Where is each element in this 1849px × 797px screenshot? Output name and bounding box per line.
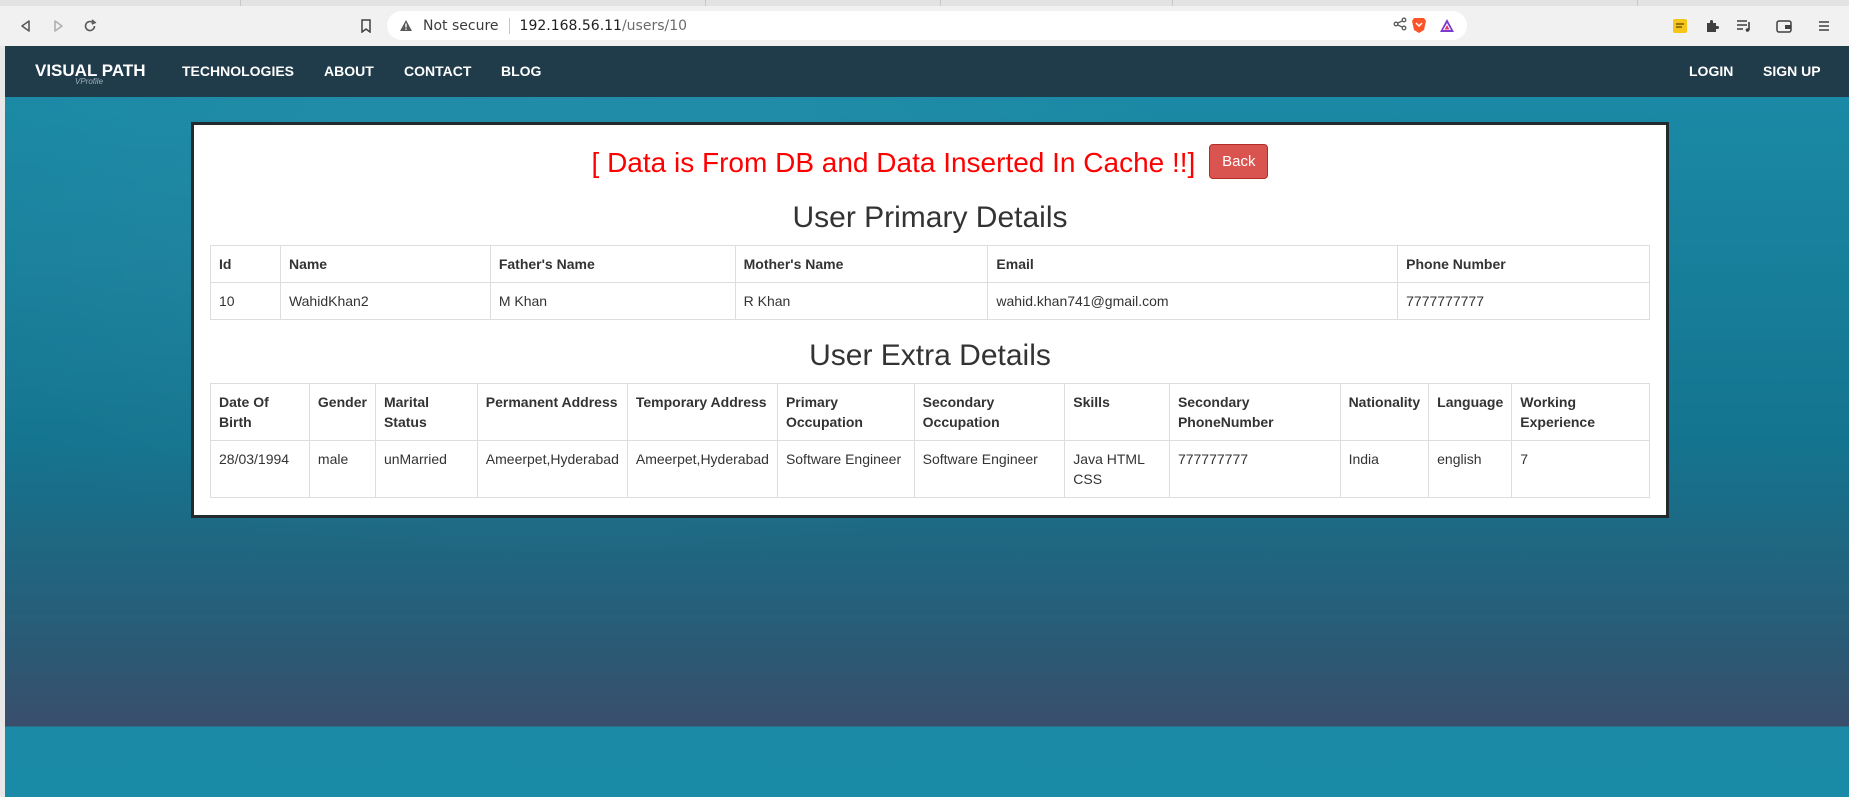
menu-icon[interactable] bbox=[1815, 17, 1833, 35]
column-header: Permanent Address bbox=[476, 383, 628, 441]
back-button[interactable]: Back bbox=[1209, 144, 1269, 180]
wallet-icon[interactable] bbox=[1775, 17, 1793, 35]
cache-status-message: [ Data is From DB and Data Inserted In C… bbox=[591, 147, 1196, 178]
column-header: Secondary Occupation bbox=[913, 383, 1066, 441]
column-header: Father's Name bbox=[489, 245, 736, 283]
nav-link-blog[interactable]: BLOG bbox=[501, 63, 541, 79]
extensions-puzzle-icon[interactable] bbox=[1703, 17, 1721, 35]
user-details-card: [ Data is From DB and Data Inserted In C… bbox=[191, 122, 1669, 518]
cell-date-of-birth: 28/03/1994 bbox=[210, 440, 310, 498]
cell-mothers-name: R Khan bbox=[734, 282, 989, 320]
page-background: VISUAL PATH VProfile TECHNOLOGIES ABOUT … bbox=[5, 46, 1849, 797]
cell-working-experience: 7 bbox=[1511, 440, 1650, 498]
cell-marital-status: unMarried bbox=[374, 440, 478, 498]
column-header: Skills bbox=[1064, 383, 1170, 441]
table-header-row: Date Of Birth Gender Marital Status Perm… bbox=[210, 383, 1650, 441]
playlist-icon[interactable] bbox=[1735, 17, 1753, 35]
column-header: Working Experience bbox=[1511, 383, 1650, 441]
url-path: /users/10 bbox=[621, 17, 688, 34]
cell-secondary-occupation: Software Engineer bbox=[913, 440, 1066, 498]
cell-primary-occupation: Software Engineer bbox=[776, 440, 915, 498]
cell-permanent-address: Ameerpet,Hyderabad bbox=[476, 440, 628, 498]
table-row: 28/03/1994 male unMarried Ameerpet,Hyder… bbox=[210, 440, 1650, 498]
login-link[interactable]: LOGIN bbox=[1689, 63, 1733, 79]
cell-email: wahid.khan741@gmail.com bbox=[987, 282, 1399, 320]
cell-nationality: India bbox=[1339, 440, 1430, 498]
nav-link-about[interactable]: ABOUT bbox=[324, 63, 374, 79]
extra-details-title: User Extra Details bbox=[809, 339, 1051, 372]
cell-id: 10 bbox=[210, 282, 281, 320]
nav-link-contact[interactable]: CONTACT bbox=[404, 63, 471, 79]
status-headline: [ Data is From DB and Data Inserted In C… bbox=[194, 144, 1666, 182]
column-header: Gender bbox=[308, 383, 376, 441]
column-header: Mother's Name bbox=[734, 245, 989, 283]
signup-link[interactable]: SIGN UP bbox=[1763, 63, 1821, 79]
table-header-row: Id Name Father's Name Mother's Name Emai… bbox=[210, 245, 1650, 283]
cell-gender: male bbox=[308, 440, 376, 498]
column-header: Marital Status bbox=[374, 383, 478, 441]
primary-details-title: User Primary Details bbox=[792, 201, 1068, 234]
column-header: Primary Occupation bbox=[776, 383, 915, 441]
url-host: 192.168.56.11 bbox=[519, 17, 622, 34]
cell-language: english bbox=[1428, 440, 1513, 498]
extra-details-table: Date Of Birth Gender Marital Status Perm… bbox=[210, 383, 1650, 498]
reload-icon[interactable] bbox=[78, 14, 102, 38]
cell-phone: 7777777777 bbox=[1397, 282, 1650, 320]
brand-subtitle: VProfile bbox=[75, 77, 104, 86]
brave-shields-icon[interactable] bbox=[1411, 17, 1427, 34]
column-header: Id bbox=[210, 245, 281, 283]
back-nav-icon[interactable] bbox=[14, 14, 38, 38]
forward-nav-icon[interactable] bbox=[46, 14, 70, 38]
browser-toolbar: Not secure 192.168.56.11/users/10 bbox=[0, 6, 1849, 47]
cell-secondary-phone: 777777777 bbox=[1168, 440, 1341, 498]
column-header: Temporary Address bbox=[626, 383, 778, 441]
column-header: Secondary PhoneNumber bbox=[1168, 383, 1341, 441]
cell-name: WahidKhan2 bbox=[279, 282, 491, 320]
extension-notes-icon[interactable] bbox=[1671, 17, 1689, 35]
column-header: Nationality bbox=[1339, 383, 1430, 441]
not-secure-label: Not secure bbox=[423, 17, 499, 34]
column-header: Name bbox=[279, 245, 491, 283]
nav-link-technologies[interactable]: TECHNOLOGIES bbox=[182, 63, 294, 79]
url-separator bbox=[508, 17, 510, 34]
column-header: Language bbox=[1428, 383, 1513, 441]
warning-icon bbox=[399, 18, 415, 34]
primary-details-table: Id Name Father's Name Mother's Name Emai… bbox=[210, 245, 1650, 320]
bookmark-icon[interactable] bbox=[354, 14, 378, 38]
table-row: 10 WahidKhan2 M Khan R Khan wahid.khan74… bbox=[210, 282, 1650, 320]
column-header: Phone Number bbox=[1397, 245, 1650, 283]
cell-temporary-address: Ameerpet,Hyderabad bbox=[626, 440, 778, 498]
cell-fathers-name: M Khan bbox=[489, 282, 736, 320]
brave-rewards-icon[interactable] bbox=[1439, 18, 1455, 33]
share-icon[interactable] bbox=[1393, 17, 1407, 35]
address-bar[interactable]: Not secure 192.168.56.11/users/10 bbox=[387, 11, 1467, 40]
cell-skills: Java HTML CSS bbox=[1064, 440, 1170, 498]
column-header: Date Of Birth bbox=[210, 383, 310, 441]
column-header: Email bbox=[987, 245, 1399, 283]
site-navbar: VISUAL PATH VProfile TECHNOLOGIES ABOUT … bbox=[5, 46, 1849, 97]
